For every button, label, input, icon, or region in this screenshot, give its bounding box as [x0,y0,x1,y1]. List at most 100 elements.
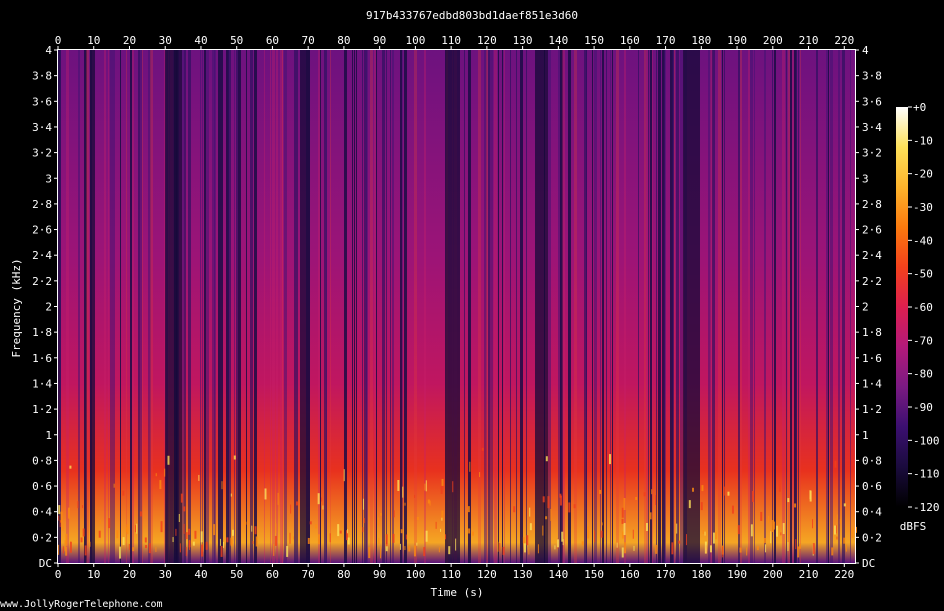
colorbar-tick-label: -90 [913,401,933,414]
spectral-stripe [830,50,833,563]
energy-mark [255,536,258,547]
energy-mark [633,545,635,551]
x-tick-label-bottom: 20 [123,568,136,581]
spectral-stripe [648,50,649,563]
energy-mark [649,512,652,520]
y-tick-label-left: 0·8 [32,454,52,467]
energy-mark [798,543,801,549]
colorbar-gradient [896,107,908,507]
spectral-stripe [330,50,331,563]
x-tick-label-bottom: 80 [337,568,350,581]
y-tick-label-right: 0·8 [862,454,882,467]
spectral-stripe [516,50,517,563]
energy-mark [62,546,64,554]
energy-mark [727,491,730,496]
spectral-stripe [282,50,283,563]
energy-mark [529,507,531,517]
y-tick-label-left: 2·8 [32,198,52,211]
energy-mark [69,541,72,553]
energy-mark [635,496,638,500]
energy-mark [836,514,838,521]
spectral-stripe [86,50,89,563]
energy-mark [347,529,349,534]
energy-mark [416,517,419,521]
energy-mark [58,544,60,555]
x-tick-label-bottom: 220 [834,568,854,581]
energy-mark [167,455,170,465]
energy-mark [62,523,64,532]
energy-mark [731,505,734,514]
energy-mark [119,546,122,559]
energy-mark [179,543,181,553]
spectral-stripe [272,50,275,563]
energy-mark [843,537,846,544]
energy-mark [794,503,797,508]
spectral-stripe [798,50,799,563]
energy-mark [751,490,754,502]
spectral-stripe [738,50,740,563]
energy-mark [834,525,837,535]
energy-mark [67,507,70,519]
y-tick-label-left: 3·6 [32,95,52,108]
energy-mark [678,540,681,544]
energy-mark [715,532,718,540]
x-tick-label-bottom: 0 [55,568,62,581]
energy-mark [220,545,223,557]
x-tick-label-bottom: 200 [763,568,783,581]
energy-mark [547,496,550,509]
y-tick-label-right: 1 [862,429,869,442]
spectral-stripe [764,50,766,563]
spectral-stripe [606,50,607,563]
energy-mark [347,537,350,545]
silence-band [535,50,548,563]
spectral-stripe [120,50,121,563]
y-tick-label-right: DC [862,557,875,570]
spectral-stripe [254,50,257,563]
spectral-stripe [374,50,376,563]
energy-mark [812,519,814,529]
spectral-stripe [402,50,403,563]
spectral-stripe [718,50,721,563]
spectrogram-chart: 917b433767edbd803bd1daef851e3d60 0 0 10 10 2… [10,9,940,599]
energy-mark [621,518,624,524]
spectral-stripe [490,50,493,563]
energy-mark [542,525,544,536]
spectral-stripe [680,50,683,563]
energy-mark [172,537,174,543]
energy-mark [180,493,183,503]
x-tick-label-bottom: 30 [159,568,172,581]
spectral-stripe [370,50,373,563]
energy-mark [385,534,388,547]
spectral-stripe [520,50,523,563]
energy-mark [685,534,687,546]
energy-mark [448,546,451,555]
energy-mark [469,461,471,472]
energy-mark [812,543,815,555]
spectral-stripe [782,50,784,563]
spectral-stripe [754,50,755,563]
energy-mark [768,516,770,524]
energy-mark [787,542,789,552]
energy-mark [481,447,484,451]
energy-mark [230,539,233,547]
spectral-stripe [344,50,347,563]
y-tick-label-right: 3·4 [862,121,882,134]
energy-mark [797,546,800,558]
energy-mark [201,544,204,557]
x-tick-label-bottom: 190 [727,568,747,581]
y-tick-label-left: 0·4 [32,506,52,519]
spectral-stripe [356,50,357,563]
colorbar-tick-label: -80 [913,368,933,381]
y-tick-label-left: 1·4 [32,377,52,390]
energy-mark [379,512,382,516]
spectral-stripe [110,50,112,563]
y-tick-label-right: 1·8 [862,326,882,339]
energy-mark [831,547,834,556]
energy-mark [275,523,277,534]
energy-mark [136,523,138,534]
energy-mark [400,529,403,534]
spectral-stripe [284,50,287,563]
energy-mark [776,525,779,537]
spectral-stripe [468,50,471,563]
y-tick-label-right: 2·2 [862,275,882,288]
